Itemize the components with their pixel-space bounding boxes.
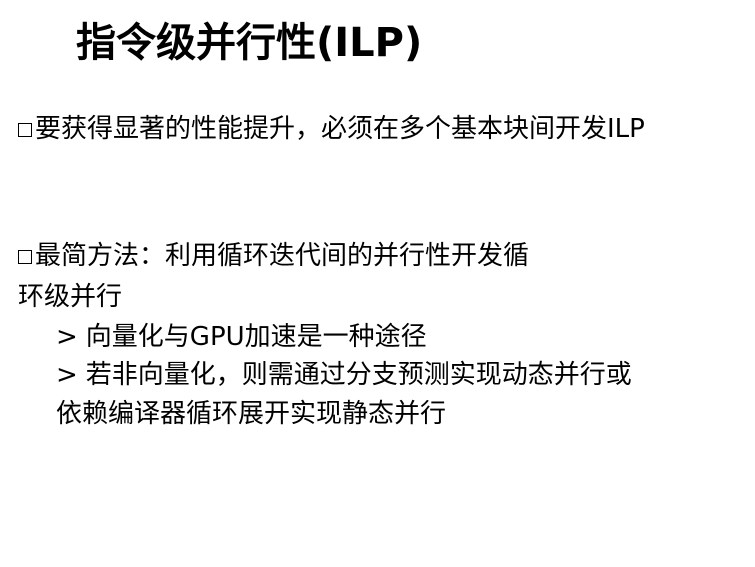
sub-bullet-2: > 若非向量化，则需通过分支预测实现动态并行或 [56,359,632,391]
sub-bullet-1-text: 向量化与GPU加速是一种途径 [85,322,427,352]
bullet-2-continuation: 环级并行 [18,282,123,312]
bullet-1: 要获得显著的性能提升，必须在多个基本块间开发ILP [18,113,645,145]
bullet-2-text-line1: 最简方法：利用循环迭代间的并行性开发循 [35,241,530,271]
sub-bullet-1: > 向量化与GPU加速是一种途径 [56,321,427,353]
slide-title: 指令级并行性(ILP) [76,20,423,66]
sub-bullet-2-continuation: 依赖编译器循环展开实现静态并行 [56,399,447,429]
square-bullet-icon [18,123,32,137]
square-bullet-icon [18,250,32,264]
arrow-marker-icon: > [56,360,78,390]
arrow-marker-icon: > [56,322,78,352]
bullet-1-text: 要获得显著的性能提升，必须在多个基本块间开发ILP [35,114,645,144]
bullet-2: 最简方法：利用循环迭代间的并行性开发循 [18,240,529,272]
sub-bullet-2-text-line1: 若非向量化，则需通过分支预测实现动态并行或 [85,360,632,390]
